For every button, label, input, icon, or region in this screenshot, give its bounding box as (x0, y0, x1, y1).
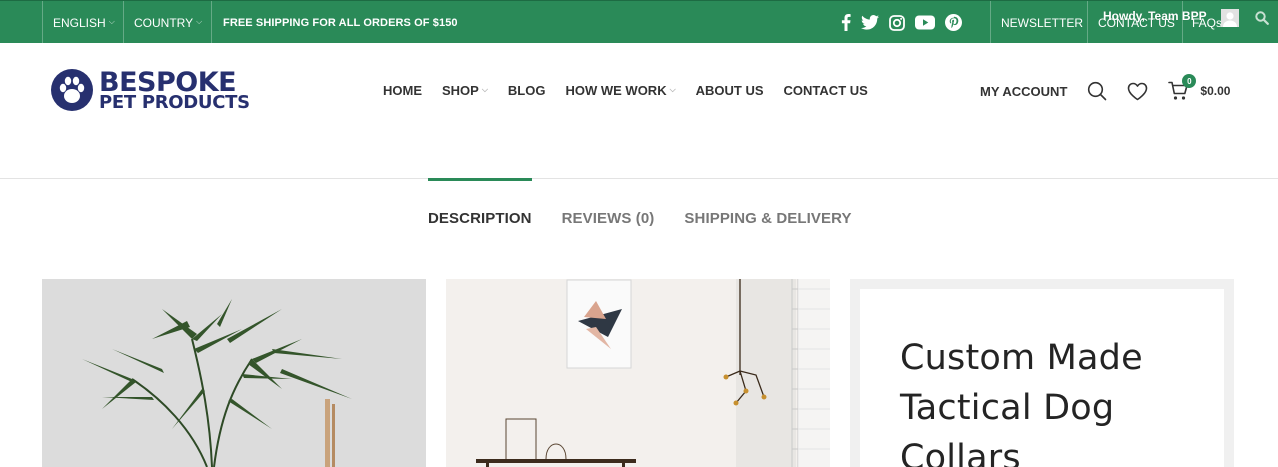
interior-image (446, 279, 830, 467)
wishlist-heart-icon[interactable] (1127, 82, 1148, 101)
pinterest-icon[interactable] (945, 14, 962, 31)
admin-greeting[interactable]: Howdy, Team BPP (1103, 9, 1207, 23)
nav-label: BLOG (507, 83, 546, 98)
my-account-link[interactable]: MY ACCOUNT (980, 84, 1067, 99)
nav-about-us[interactable]: ABOUT US (696, 83, 764, 98)
divider (123, 1, 124, 44)
chevron-down-icon: ⌵ (108, 16, 115, 26)
logo-wordmark-bottom: PET PRODUCTS (99, 91, 250, 113)
social-links (841, 1, 962, 44)
user-avatar-icon[interactable] (1221, 9, 1239, 27)
twitter-icon[interactable] (861, 15, 879, 30)
instagram-icon[interactable] (889, 14, 905, 31)
tab-reviews[interactable]: REVIEWS (0) (562, 179, 655, 257)
divider (42, 1, 43, 44)
product-title-panel: Custom Made Tactical Dog Collars (860, 289, 1224, 467)
language-selector[interactable]: ENGLISH ⌵ (53, 1, 115, 44)
search-icon[interactable] (1087, 81, 1107, 101)
shipping-notice: FREE SHIPPING FOR ALL ORDERS OF $150 (223, 16, 458, 29)
chevron-down-icon: ⌵ (481, 84, 488, 94)
divider (211, 1, 212, 44)
paw-logo-icon (51, 69, 93, 111)
divider (1087, 1, 1088, 44)
tab-description[interactable]: DESCRIPTION (428, 178, 532, 257)
country-label: COUNTRY (134, 15, 194, 30)
header-tools: MY ACCOUNT 0 $0.00 (980, 74, 1230, 103)
nav-label: ABOUT US (695, 83, 764, 98)
facebook-icon[interactable] (841, 14, 851, 31)
plant-image (42, 279, 426, 467)
product-title-card: Custom Made Tactical Dog Collars (850, 279, 1234, 467)
chevron-down-icon: ⌵ (669, 84, 676, 94)
nav-blog[interactable]: BLOG (508, 83, 546, 98)
top-bar: ENGLISH ⌵ COUNTRY ⌵ FREE SHIPPING FOR AL… (0, 0, 1278, 44)
nav-label: SHOP (442, 83, 479, 98)
divider (990, 1, 991, 44)
product-tabs: DESCRIPTION REVIEWS (0) SHIPPING & DELIV… (428, 178, 882, 257)
newsletter-link[interactable]: NEWSLETTER (1001, 1, 1083, 44)
cart-count-badge: 0 (1182, 74, 1197, 88)
country-selector[interactable]: COUNTRY ⌵ (134, 1, 202, 44)
main-navigation: HOME SHOP ⌵ BLOG HOW WE WORK ⌵ ABOUT US CO… (383, 83, 888, 98)
cart-total[interactable]: $0.00 (1200, 84, 1230, 98)
youtube-icon[interactable] (915, 15, 935, 30)
nav-contact-us[interactable]: CONTACT US (784, 83, 868, 98)
product-title: Custom Made Tactical Dog Collars (900, 338, 1143, 467)
admin-search-icon[interactable] (1255, 11, 1269, 30)
tab-shipping-delivery[interactable]: SHIPPING & DELIVERY (684, 179, 851, 257)
chevron-down-icon: ⌵ (196, 16, 203, 26)
site-logo[interactable]: BESPOKE PET PRODUCTS (50, 68, 250, 112)
nav-shop[interactable]: SHOP ⌵ (442, 83, 488, 98)
nav-home[interactable]: HOME (383, 83, 422, 98)
nav-label: HOME (383, 83, 422, 98)
nav-label: HOW WE WORK (565, 83, 667, 98)
nav-how-we-work[interactable]: HOW WE WORK ⌵ (565, 83, 675, 98)
cart-icon[interactable]: 0 (1168, 74, 1197, 101)
language-label: ENGLISH (53, 15, 106, 30)
nav-label: CONTACT US (783, 83, 868, 98)
site-header: BESPOKE PET PRODUCTS HOME SHOP ⌵ BLOG HOW… (0, 43, 1278, 179)
